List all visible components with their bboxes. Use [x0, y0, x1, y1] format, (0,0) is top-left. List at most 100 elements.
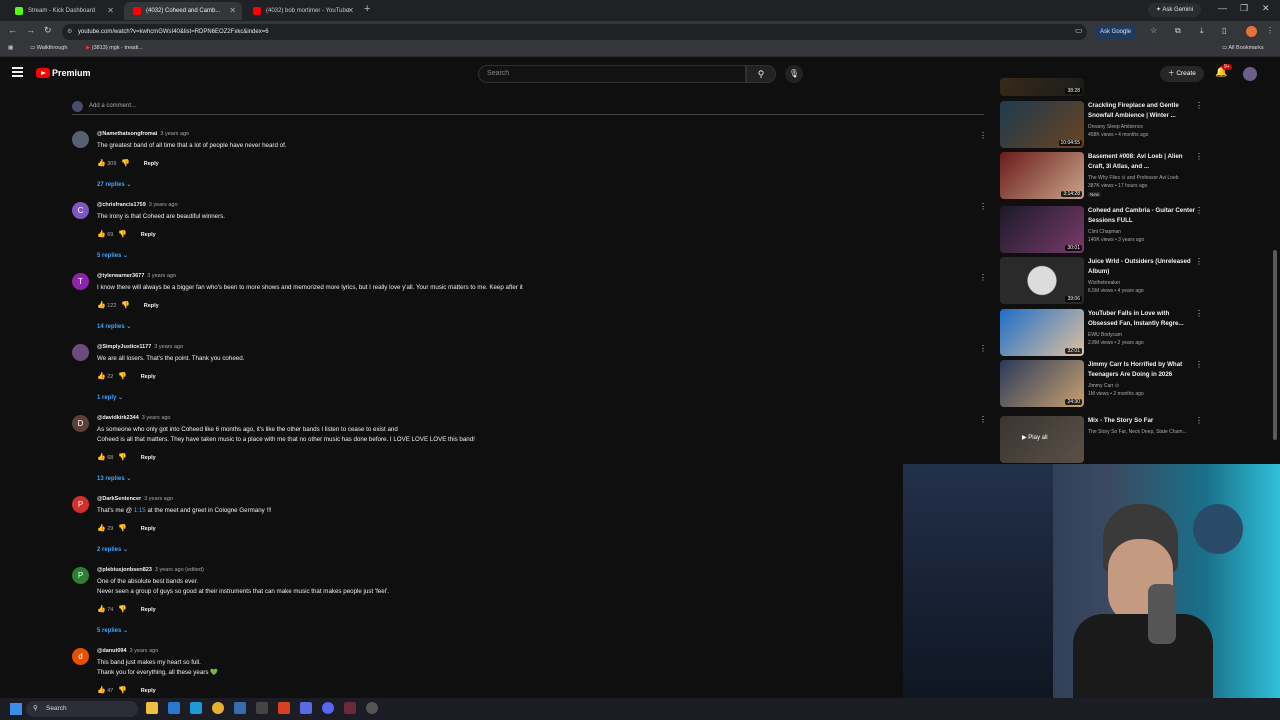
comment-handle[interactable]: @danut094 [97, 648, 127, 654]
commenter-avatar[interactable]: P [72, 567, 89, 584]
new-tab-button[interactable]: + [364, 3, 370, 15]
view-replies-button[interactable]: 27 replies ⌄ [97, 181, 131, 188]
comment-handle[interactable]: @tylerwarner3677 [97, 273, 144, 279]
comment-age[interactable]: 3 years ago [154, 344, 183, 350]
video-menu-icon[interactable]: ⋮ [1195, 152, 1203, 161]
video-menu-icon[interactable]: ⋮ [1195, 101, 1203, 110]
recommended-video[interactable]: 39:06 Juice Wrld - Outsiders (Unreleased… [1000, 257, 1205, 305]
chrome-menu-icon[interactable]: ⋮ [1266, 26, 1274, 35]
browser-tab-kick[interactable]: Stream - Kick Dashboard ✕ [6, 2, 120, 20]
video-thumbnail[interactable]: 24:30 [1000, 360, 1084, 407]
video-channel[interactable]: Wizthebreaker [1088, 279, 1120, 287]
reply-button[interactable]: Reply [141, 607, 156, 613]
video-channel[interactable]: The Why Files ⊙ and Professor Avi Loeb [1088, 174, 1179, 182]
commenter-avatar[interactable] [72, 344, 89, 361]
view-replies-button[interactable]: 1 reply ⌄ [97, 394, 123, 401]
comment-menu-icon[interactable]: ⋮ [979, 273, 987, 282]
sidepanel-icon[interactable]: ▯ [1222, 26, 1226, 35]
profile-avatar[interactable] [1246, 26, 1257, 37]
video-title[interactable]: Coheed and Cambria - Guitar Center Sessi… [1088, 206, 1196, 225]
address-bar[interactable]: ⚙ youtube.com/watch?v=kwhcmGWsI40&list=R… [62, 24, 1087, 40]
reply-button[interactable]: Reply [144, 161, 159, 167]
recommended-video[interactable]: 10:04:55 Crackling Fireplace and Gentle … [1000, 101, 1205, 149]
recommended-video[interactable]: 38:28 [1000, 78, 1205, 96]
like-icon[interactable]: 👍 [97, 160, 106, 167]
close-icon[interactable]: ✕ [107, 2, 114, 20]
store-icon[interactable] [168, 702, 180, 714]
comment-age[interactable]: 3 years ago [149, 202, 178, 208]
video-thumbnail[interactable]: 39:06 [1000, 257, 1084, 304]
dislike-icon[interactable]: 👎 [121, 302, 130, 309]
commenter-avatar[interactable]: C [72, 202, 89, 219]
comment-age[interactable]: 3 years ago [144, 496, 173, 502]
comment-menu-icon[interactable]: ⋮ [979, 415, 987, 424]
video-thumbnail[interactable]: 10:04:55 [1000, 101, 1084, 148]
account-avatar[interactable] [1243, 67, 1257, 81]
page-scrollbar[interactable] [1273, 250, 1277, 440]
edge-icon[interactable] [190, 702, 202, 714]
download-icon[interactable]: ⤓ [1200, 26, 1204, 36]
reply-button[interactable]: Reply [141, 526, 156, 532]
comment-handle[interactable]: @SimplyJustice1177 [97, 344, 151, 350]
apps-icon[interactable]: ▦ [8, 45, 13, 51]
like-icon[interactable]: 👍 [97, 454, 106, 461]
commenter-avatar[interactable]: P [72, 496, 89, 513]
video-channel[interactable]: Dreamy Sleep Ambience [1088, 123, 1143, 131]
like-icon[interactable]: 👍 [97, 606, 106, 613]
video-channel[interactable]: EWU Bodycam [1088, 331, 1122, 339]
search-input[interactable]: Search [478, 65, 746, 83]
taskbar-search[interactable]: ⚲ Search [26, 701, 138, 717]
recommended-video[interactable]: 32:01 YouTuber Falls in Love with Obsess… [1000, 309, 1205, 357]
site-info-icon[interactable]: ⚙ [67, 28, 72, 35]
dislike-icon[interactable]: 👎 [121, 160, 130, 167]
video-thumbnail[interactable]: 38:28 [1000, 78, 1084, 96]
ask-gemini-button[interactable]: ✦ Ask Gemini [1148, 3, 1202, 17]
ask-google-button[interactable]: Ask Google [1094, 25, 1138, 39]
like-icon[interactable]: 👍 [97, 231, 106, 238]
comment-handle[interactable]: @davidkirk2344 [97, 415, 139, 421]
view-replies-button[interactable]: 2 replies ⌄ [97, 546, 128, 553]
commenter-avatar[interactable]: d [72, 648, 89, 665]
comment-age[interactable]: 3 years ago [142, 415, 171, 421]
video-menu-icon[interactable]: ⋮ [1195, 309, 1203, 318]
comment-handle[interactable]: @DarkSentencer [97, 496, 141, 502]
video-thumbnail[interactable]: 3:14:28 [1000, 152, 1084, 199]
comment-handle[interactable]: @Namethatsongfromai [97, 131, 157, 137]
discord-icon[interactable] [322, 702, 334, 714]
comment-age[interactable]: 3 years ago [130, 648, 159, 654]
app-icon[interactable] [300, 702, 312, 714]
video-thumbnail[interactable]: 32:01 [1000, 309, 1084, 356]
like-icon[interactable]: 👍 [97, 525, 106, 532]
browser-tab-coheed[interactable]: (4032) Coheed and Camb... ✕ [124, 2, 242, 20]
reply-button[interactable]: Reply [141, 374, 156, 380]
app-icon[interactable] [256, 702, 268, 714]
youtube-logo-icon[interactable] [36, 68, 50, 78]
windows-start-icon[interactable] [10, 703, 22, 715]
bookmark-walkthrough[interactable]: ▭ Walkthrough [30, 45, 67, 51]
all-bookmarks[interactable]: ▭ All Bookmarks [1222, 45, 1264, 51]
comment-handle[interactable]: @plebiusjonbsen823 [97, 567, 152, 573]
bookmark-mgk[interactable]: ▶ (3813) mgk - treadi... [86, 45, 143, 51]
view-replies-button[interactable]: 14 replies ⌄ [97, 323, 131, 330]
file-explorer-icon[interactable] [146, 702, 158, 714]
video-channel[interactable]: The Story So Far, Neck Deep, State Cham.… [1088, 428, 1187, 436]
menu-icon[interactable] [12, 67, 23, 79]
app-icon[interactable] [344, 702, 356, 714]
comment-handle[interactable]: @chrisfrancis1759 [97, 202, 146, 208]
dislike-icon[interactable]: 👎 [118, 525, 127, 532]
back-icon[interactable]: ← [8, 25, 17, 35]
dislike-icon[interactable]: 👎 [118, 373, 127, 380]
commenter-avatar[interactable]: T [72, 273, 89, 290]
add-comment-field[interactable]: Add a comment... [72, 101, 984, 115]
window-close-icon[interactable]: ✕ [1262, 3, 1270, 14]
dislike-icon[interactable]: 👎 [118, 454, 127, 461]
play-all-overlay[interactable]: ▶ Play all [1022, 434, 1048, 441]
bookmark-star-icon[interactable]: ☆ [1150, 26, 1157, 35]
video-title[interactable]: Crackling Fireplace and Gentle Snowfall … [1088, 101, 1196, 120]
reload-icon[interactable]: ↻ [44, 25, 52, 36]
like-icon[interactable]: 👍 [97, 687, 106, 694]
video-thumbnail[interactable]: ▶ Play all [1000, 416, 1084, 463]
video-channel[interactable]: Clint Chapman [1088, 228, 1121, 236]
close-icon[interactable]: ✕ [347, 2, 354, 20]
recommended-video[interactable]: 3:14:28 Basement #008: Avi Loeb | Alien … [1000, 152, 1205, 200]
